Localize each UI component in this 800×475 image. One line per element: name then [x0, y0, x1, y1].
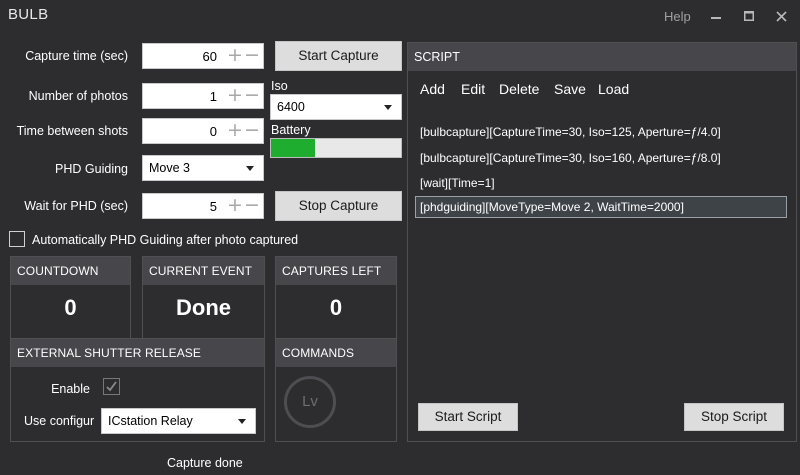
decrement-button[interactable]: −: [244, 46, 260, 65]
external-shutter-title: EXTERNAL SHUTTER RELEASE: [11, 339, 264, 367]
phd-guiding-value: Move 3: [149, 161, 190, 175]
script-title: SCRIPT: [408, 43, 796, 71]
start-capture-button[interactable]: Start Capture: [275, 41, 402, 71]
config-select[interactable]: ICstation Relay: [101, 408, 256, 434]
decrement-button[interactable]: −: [244, 121, 260, 140]
current-event-title: CURRENT EVENT: [143, 257, 264, 285]
close-icon: [775, 11, 787, 22]
close-button[interactable]: [769, 4, 793, 28]
wait-phd-value: 5: [209, 199, 217, 214]
phd-guiding-label: PHD Guiding: [55, 162, 128, 176]
use-config-label: Use configur: [24, 414, 95, 428]
script-load-button[interactable]: Load: [598, 81, 629, 97]
num-photos-value: 1: [209, 89, 217, 104]
checkmark-icon: [106, 381, 117, 392]
num-photos-label: Number of photos: [28, 89, 128, 103]
time-between-label: Time between shots: [16, 124, 128, 138]
iso-label: Iso: [271, 79, 288, 93]
decrement-button[interactable]: −: [244, 86, 260, 105]
minimize-button[interactable]: [704, 4, 728, 28]
wait-phd-field[interactable]: 5 + −: [142, 193, 264, 219]
decrement-button[interactable]: −: [244, 196, 260, 215]
enable-checkbox[interactable]: [103, 378, 120, 395]
battery-label: Battery: [271, 123, 311, 137]
script-panel: SCRIPT: [407, 42, 797, 442]
countdown-value: 0: [64, 295, 77, 320]
stop-script-button[interactable]: Stop Script: [684, 403, 784, 431]
help-link[interactable]: Help: [664, 9, 691, 24]
auto-phd-checkbox[interactable]: [9, 231, 25, 247]
increment-button[interactable]: +: [227, 86, 243, 105]
chevron-down-icon: [238, 419, 246, 424]
captures-left-value: 0: [329, 295, 343, 320]
app-title: BULB: [8, 6, 49, 23]
increment-button[interactable]: +: [227, 46, 243, 65]
increment-button[interactable]: +: [227, 196, 243, 215]
current-event-panel: CURRENT EVENT Done: [142, 256, 265, 342]
minimize-icon: [711, 17, 721, 19]
time-between-field[interactable]: 0 + −: [142, 118, 264, 144]
script-save-button[interactable]: Save: [554, 81, 586, 97]
script-add-button[interactable]: Add: [420, 81, 445, 97]
capture-time-value: 60: [202, 49, 217, 64]
start-script-button[interactable]: Start Script: [418, 403, 518, 431]
maximize-button[interactable]: [737, 4, 761, 28]
iso-select[interactable]: 6400: [270, 94, 402, 120]
battery-bar: [270, 138, 402, 158]
live-view-label: Lv: [302, 393, 318, 410]
script-line-selected[interactable]: [phdguiding][MoveType=Move 2, WaitTime=2…: [415, 196, 787, 218]
maximize-icon: [744, 11, 754, 21]
battery-fill: [271, 139, 316, 157]
stop-capture-button[interactable]: Stop Capture: [275, 191, 402, 221]
script-line[interactable]: [bulbcapture][CaptureTime=30, Iso=160, A…: [418, 151, 723, 165]
script-delete-button[interactable]: Delete: [499, 81, 539, 97]
script-line[interactable]: [bulbcapture][CaptureTime=30, Iso=125, A…: [418, 125, 723, 139]
captures-left-title: CAPTURES LEFT: [276, 257, 396, 285]
status-text: Capture done: [167, 456, 243, 470]
countdown-panel: COUNTDOWN 0: [10, 256, 131, 342]
script-edit-button[interactable]: Edit: [461, 81, 485, 97]
chevron-down-icon: [384, 105, 392, 110]
iso-value: 6400: [277, 100, 305, 114]
chevron-down-icon: [246, 166, 254, 171]
current-event-value: Done: [176, 295, 231, 320]
capture-time-field[interactable]: 60 + −: [142, 43, 264, 69]
countdown-title: COUNTDOWN: [11, 257, 130, 285]
script-line[interactable]: [wait][Time=1]: [418, 176, 497, 190]
config-value: ICstation Relay: [108, 414, 193, 428]
wait-phd-label: Wait for PHD (sec): [24, 199, 128, 213]
phd-guiding-select[interactable]: Move 3: [142, 155, 264, 181]
num-photos-field[interactable]: 1 + −: [142, 83, 264, 109]
commands-title: COMMANDS: [276, 339, 396, 367]
live-view-button[interactable]: Lv: [284, 376, 336, 428]
captures-left-panel: CAPTURES LEFT 0: [275, 256, 397, 342]
time-between-value: 0: [209, 124, 217, 139]
capture-time-label: Capture time (sec): [25, 49, 128, 63]
enable-label: Enable: [51, 382, 90, 396]
auto-phd-label: Automatically PHD Guiding after photo ca…: [32, 233, 299, 247]
increment-button[interactable]: +: [227, 121, 243, 140]
